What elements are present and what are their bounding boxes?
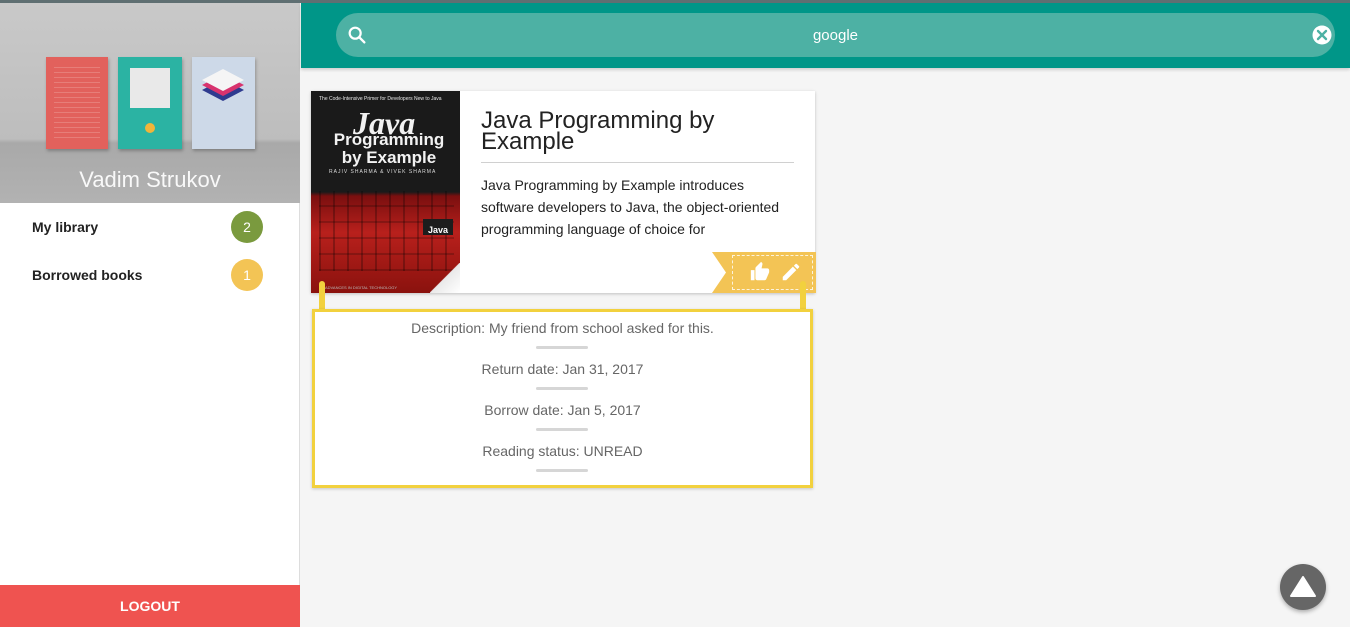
detail-return-date: Return date: Jan 31, 2017 [481, 361, 644, 377]
decorative-book-teal [118, 57, 182, 149]
count-badge: 2 [231, 211, 263, 243]
detail-separator [536, 387, 588, 390]
borrow-details-panel: Description: My friend from school asked… [312, 309, 813, 488]
triangle-up-icon [1290, 576, 1316, 597]
detail-separator [536, 428, 588, 431]
detail-separator [536, 469, 588, 472]
cover-tagline: The Code-Intensive Primer for Developers… [319, 96, 442, 102]
cover-subtitle: Programming by Example [333, 130, 445, 167]
search-icon[interactable] [346, 24, 368, 46]
cover-footer: ADVANCES IN DIGITAL TECHNOLOGY [325, 285, 398, 290]
page-curl [430, 263, 460, 293]
detail-reading-status: Reading status: UNREAD [482, 443, 643, 459]
pencil-icon[interactable] [780, 261, 802, 283]
search-input[interactable] [380, 13, 1291, 57]
top-bar [301, 3, 1350, 68]
sidebar-item-my-library[interactable]: My library 2 [0, 203, 299, 251]
sidebar-item-label: Borrowed books [32, 267, 143, 283]
sidebar-item-label: My library [32, 219, 99, 235]
book-description: Java Programming by Example introduces s… [481, 177, 780, 237]
profile-header: Vadim Strukov [0, 3, 300, 203]
detail-borrow-date: Borrow date: Jan 5, 2017 [484, 402, 641, 418]
book-title: Java Programming by Example [481, 107, 715, 155]
window-top-border [0, 0, 1350, 3]
sidebar: Vadim Strukov My library 2 Borrowed book… [0, 3, 300, 627]
title-divider [481, 162, 794, 163]
cover-java-badge: Java [423, 219, 453, 235]
scroll-top-button[interactable] [1280, 564, 1326, 610]
decorative-book-blue [192, 57, 255, 149]
decorative-book-red [46, 57, 108, 149]
book-cover: The Code-Intensive Primer for Developers… [311, 91, 460, 293]
user-name: Vadim Strukov [79, 167, 221, 192]
thumb-up-icon[interactable] [749, 261, 771, 283]
detail-description: Description: My friend from school asked… [411, 320, 714, 336]
count-badge: 1 [231, 259, 263, 291]
search-bar [336, 13, 1335, 57]
sidebar-item-borrowed-books[interactable]: Borrowed books 1 [0, 251, 299, 299]
clear-search-icon[interactable] [1312, 25, 1332, 45]
logout-button[interactable]: LOGOUT [0, 585, 300, 627]
cover-authors: RAJIV SHARMA & VIVEK SHARMA [329, 169, 437, 175]
detail-separator [536, 346, 588, 349]
